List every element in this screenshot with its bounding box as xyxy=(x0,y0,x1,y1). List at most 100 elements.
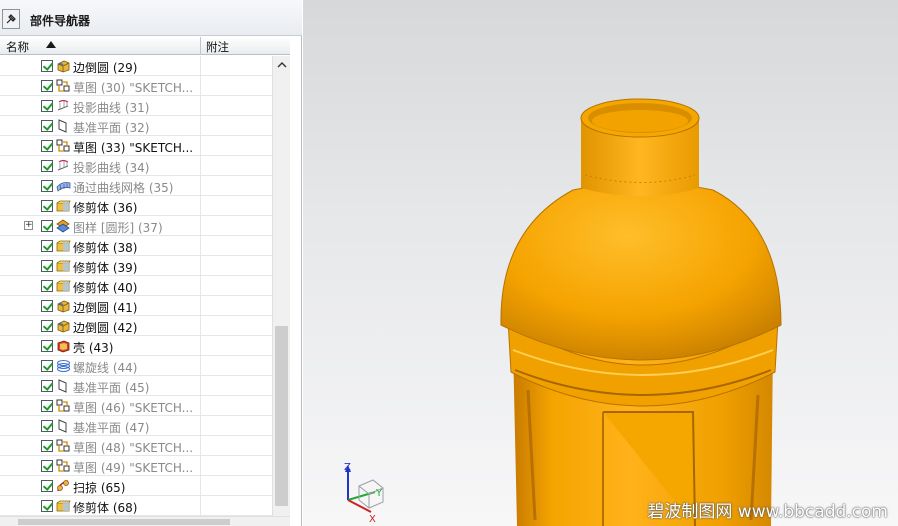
feature-row[interactable]: 基准平面 (45) xyxy=(0,376,272,396)
feature-row[interactable]: 边倒圆 (41) xyxy=(0,296,272,316)
sweep-icon xyxy=(56,479,71,493)
visibility-checkbox[interactable] xyxy=(41,120,53,132)
bottle-model[interactable]: Z Y X xyxy=(303,0,898,526)
bottle-dome xyxy=(500,182,782,361)
feature-row[interactable]: 投影曲线 (34) xyxy=(0,156,272,176)
visibility-checkbox[interactable] xyxy=(41,460,53,472)
visibility-checkbox[interactable] xyxy=(41,420,53,432)
column-note-header[interactable]: 附注 xyxy=(206,39,229,55)
sketch-icon xyxy=(56,139,71,153)
visibility-checkbox[interactable] xyxy=(41,400,53,412)
feature-row[interactable]: 修剪体 (38) xyxy=(0,236,272,256)
feature-label: 基准平面 (47) xyxy=(73,421,150,435)
feature-row[interactable]: 基准平面 (32) xyxy=(0,116,272,136)
note-column-divider xyxy=(200,396,201,416)
trim-body-icon xyxy=(56,259,71,273)
visibility-checkbox[interactable] xyxy=(41,140,53,152)
feature-row[interactable]: 边倒圆 (42) xyxy=(0,316,272,336)
visibility-checkbox[interactable] xyxy=(41,500,53,512)
note-column-divider xyxy=(200,76,201,96)
visibility-checkbox[interactable] xyxy=(41,200,53,212)
feature-row[interactable]: 扫掠 (65) xyxy=(0,476,272,496)
visibility-checkbox[interactable] xyxy=(41,340,53,352)
visibility-checkbox[interactable] xyxy=(41,280,53,292)
visibility-checkbox[interactable] xyxy=(41,160,53,172)
watermark: 碧波制图网 www.bbcadd.com xyxy=(647,502,888,522)
feature-label: 壳 (43) xyxy=(73,341,114,355)
visibility-checkbox[interactable] xyxy=(41,180,53,192)
vertical-scroll-thumb[interactable] xyxy=(275,326,288,506)
visibility-checkbox[interactable] xyxy=(41,380,53,392)
feature-label: 通过曲线网格 (35) xyxy=(73,181,174,195)
feature-label: 投影曲线 (31) xyxy=(73,101,150,115)
feature-row[interactable]: 边倒圆 (29) xyxy=(0,56,272,76)
feature-label: 边倒圆 (41) xyxy=(73,301,138,315)
sort-ascending-icon[interactable] xyxy=(46,41,56,48)
sketch-icon xyxy=(56,459,71,473)
visibility-checkbox[interactable] xyxy=(41,80,53,92)
visibility-checkbox[interactable] xyxy=(41,240,53,252)
column-header: 名称 附注 xyxy=(0,37,290,55)
projected-curve-icon xyxy=(56,99,71,113)
column-divider[interactable] xyxy=(200,37,201,55)
feature-label: 基准平面 (45) xyxy=(73,381,150,395)
blend-icon xyxy=(56,59,71,73)
feature-row[interactable]: 壳 (43) xyxy=(0,336,272,356)
pin-button[interactable] xyxy=(2,9,20,29)
shell-icon xyxy=(56,339,71,353)
visibility-checkbox[interactable] xyxy=(41,300,53,312)
feature-row[interactable]: 通过曲线网格 (35) xyxy=(0,176,272,196)
feature-row[interactable]: 投影曲线 (31) xyxy=(0,96,272,116)
note-column-divider xyxy=(200,376,201,396)
feature-row[interactable]: 基准平面 (47) xyxy=(0,416,272,436)
visibility-checkbox[interactable] xyxy=(41,360,53,372)
feature-label: 基准平面 (32) xyxy=(73,121,150,135)
visibility-checkbox[interactable] xyxy=(41,320,53,332)
triad-y-label: Y xyxy=(375,488,383,499)
visibility-checkbox[interactable] xyxy=(41,440,53,452)
graphics-viewport[interactable]: Z Y X 碧波制图网 www.bbcadd.com xyxy=(303,0,898,526)
projected-curve-icon xyxy=(56,159,71,173)
feature-label: 草图 (49) "SKETCH... xyxy=(73,461,194,475)
trim-body-icon xyxy=(56,499,71,513)
note-column-divider xyxy=(200,156,201,176)
trim-body-icon xyxy=(56,239,71,253)
coordinate-triad[interactable]: Z Y X xyxy=(344,462,384,525)
horizontal-scrollbar[interactable] xyxy=(0,516,290,526)
visibility-checkbox[interactable] xyxy=(41,260,53,272)
feature-row[interactable]: 修剪体 (36) xyxy=(0,196,272,216)
note-column-divider xyxy=(200,196,201,216)
visibility-checkbox[interactable] xyxy=(41,60,53,72)
visibility-checkbox[interactable] xyxy=(41,100,53,112)
feature-label: 草图 (48) "SKETCH... xyxy=(73,441,194,455)
vertical-scrollbar[interactable] xyxy=(272,56,290,516)
feature-label: 修剪体 (36) xyxy=(73,201,138,215)
note-column-divider xyxy=(200,96,201,116)
feature-row[interactable]: 草图 (48) "SKETCH... xyxy=(0,436,272,456)
feature-row[interactable]: 修剪体 (40) xyxy=(0,276,272,296)
feature-row[interactable]: 草图 (46) "SKETCH... xyxy=(0,396,272,416)
feature-row[interactable]: 草图 (33) "SKETCH... xyxy=(0,136,272,156)
horizontal-scroll-thumb[interactable] xyxy=(18,519,230,525)
visibility-checkbox[interactable] xyxy=(41,480,53,492)
feature-row[interactable]: 修剪体 (39) xyxy=(0,256,272,276)
column-name-header[interactable]: 名称 xyxy=(6,39,29,55)
note-column-divider xyxy=(200,176,201,196)
sketch-icon xyxy=(56,399,71,413)
feature-row[interactable]: 草图 (30) "SKETCH... xyxy=(0,76,272,96)
feature-label: 边倒圆 (29) xyxy=(73,61,138,75)
feature-tree: 边倒圆 (29) 草图 (30) "SKETCH... 投影曲线 (31) 基准平面 … xyxy=(0,56,272,516)
through-curve-mesh-icon xyxy=(56,179,71,193)
feature-label: 螺旋线 (44) xyxy=(73,361,138,375)
expand-icon[interactable]: + xyxy=(24,221,33,230)
visibility-checkbox[interactable] xyxy=(41,220,53,232)
scroll-up-icon[interactable] xyxy=(277,61,287,69)
feature-row[interactable]: + 图样 [圆形] (37) xyxy=(0,216,272,236)
feature-row[interactable]: 草图 (49) "SKETCH... xyxy=(0,456,272,476)
datum-plane-icon xyxy=(56,119,71,133)
feature-label: 草图 (30) "SKETCH... xyxy=(73,81,194,95)
triad-z-label: Z xyxy=(344,462,351,473)
feature-label: 扫掠 (65) xyxy=(73,481,126,495)
feature-row[interactable]: 修剪体 (68) xyxy=(0,496,272,516)
feature-row[interactable]: 螺旋线 (44) xyxy=(0,356,272,376)
